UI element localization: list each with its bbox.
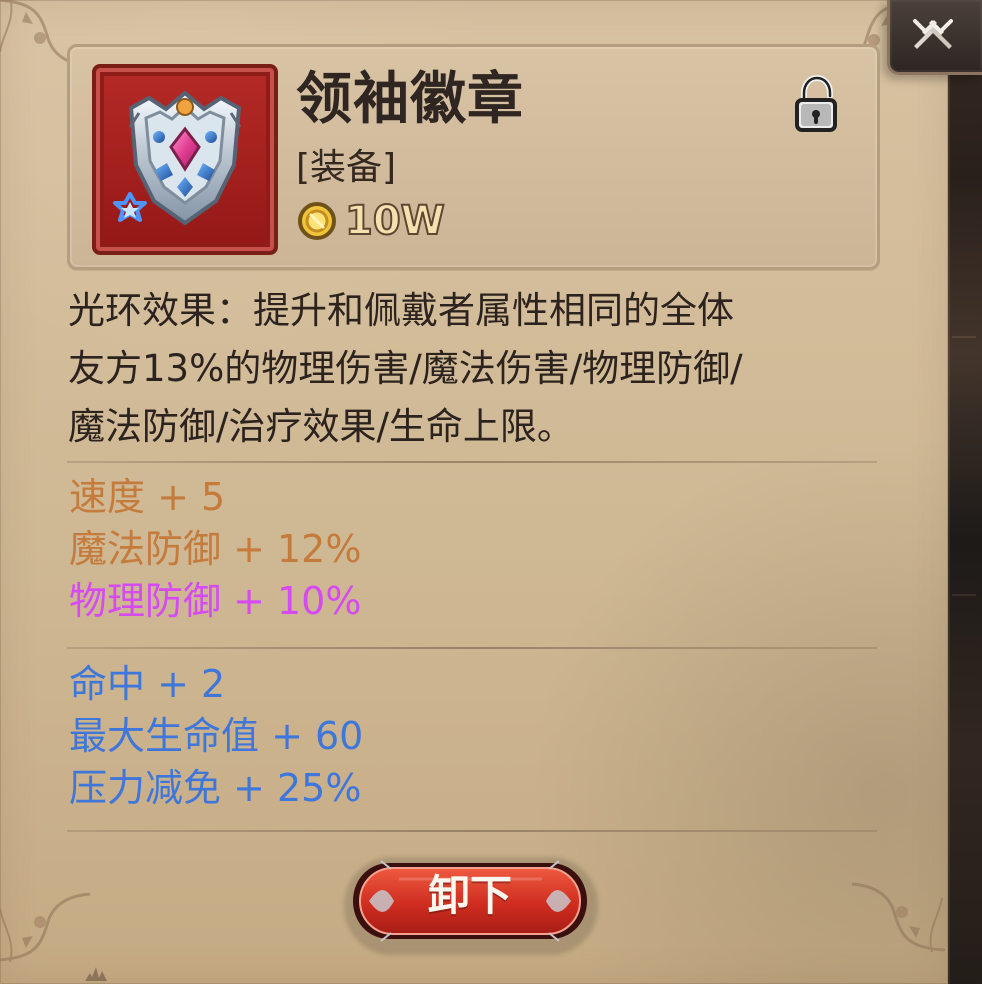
- corner-ornament: [0, 892, 91, 963]
- coin-icon: [298, 202, 336, 240]
- stat-line-magic-defense: 魔法防御 + 12%: [69, 527, 362, 571]
- stat-line-physical-defense: 物理防御 + 10%: [69, 579, 362, 623]
- corner-ornament: [851, 882, 946, 953]
- crossed-swords-icon: [913, 19, 953, 49]
- unequip-button-shape: [353, 860, 587, 942]
- stat-line-max-hp: 最大生命值 + 60: [69, 714, 364, 758]
- section-divider: [67, 830, 877, 832]
- section-divider: [67, 461, 877, 463]
- item-details-screen: 领袖徽章 [装备] 10W 光环效果：提升和佩戴者属性相同的全体 友方13%的物…: [0, 0, 982, 984]
- section-divider: [67, 647, 877, 649]
- unequip-button[interactable]: 卸下: [347, 857, 593, 945]
- stat-line-hit: 命中 + 2: [69, 662, 226, 706]
- item-icon-frame: [92, 64, 278, 255]
- primary-stats-list: 速度 + 5 魔法防御 + 12% 物理防御 + 10%: [69, 471, 361, 627]
- price-row: 10W: [297, 198, 446, 244]
- lock-icon[interactable]: [790, 74, 842, 138]
- item-header-card: 领袖徽章 [装备] 10W: [67, 44, 880, 270]
- stat-line-speed: 速度 + 5: [69, 475, 226, 519]
- right-edge-texture: [952, 0, 976, 984]
- star-rank-icon: [113, 192, 147, 222]
- item-type-label: [装备]: [296, 147, 397, 188]
- price-value: 10W: [344, 198, 446, 244]
- item-description: 光环效果：提升和佩戴者属性相同的全体 友方13%的物理伤害/魔法伤害/物理防御/…: [68, 289, 743, 448]
- item-title: 领袖徽章: [296, 67, 524, 132]
- secondary-stats-list: 命中 + 2 最大生命值 + 60 压力减免 + 25%: [69, 658, 363, 814]
- stat-line-stress-reduction: 压力减免 + 25%: [69, 766, 362, 810]
- ornament-icon: [85, 967, 107, 981]
- top-right-badge: [887, 0, 982, 75]
